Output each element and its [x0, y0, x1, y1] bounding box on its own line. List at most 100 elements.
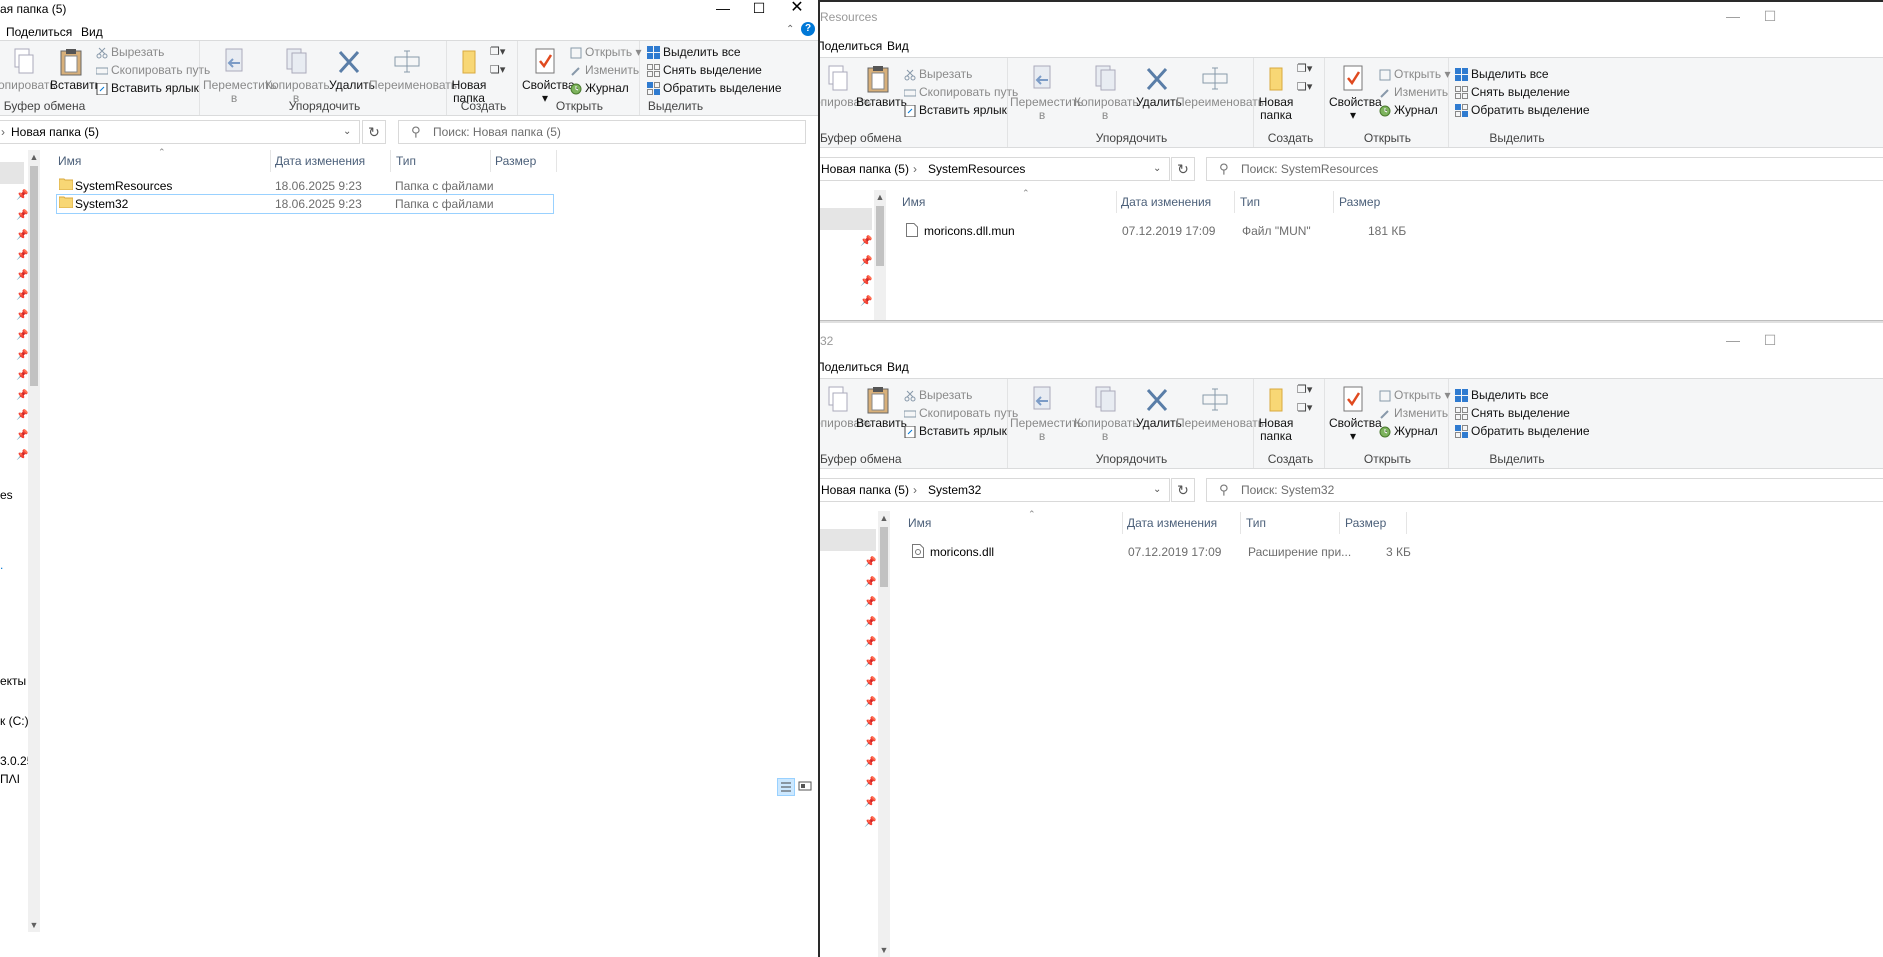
history-button[interactable]: Журнал: [1379, 422, 1438, 440]
tab-share[interactable]: Поделиться: [820, 360, 882, 374]
address-bar[interactable]: Новая папка (5) › SystemResources ⌄: [820, 157, 1170, 181]
nav-selected-item[interactable]: [820, 529, 876, 551]
nav-scrollbar[interactable]: ▲ ▼: [28, 150, 40, 932]
close-button[interactable]: ✕: [774, 0, 818, 20]
select-all-button[interactable]: Выделить все: [1455, 65, 1549, 83]
move-to-button[interactable]: Переместить в: [1010, 385, 1084, 443]
invert-selection-button[interactable]: Обратить выделение: [647, 79, 782, 97]
breadcrumb-current[interactable]: System32: [928, 483, 981, 497]
nav-selected-item[interactable]: [820, 208, 872, 230]
breadcrumb-root[interactable]: Новая папка (5): [821, 162, 909, 176]
rename-button[interactable]: Переименовать: [1176, 64, 1264, 109]
nav-item[interactable]: es: [0, 488, 13, 502]
copy-button[interactable]: опировать: [820, 385, 872, 430]
address-dropdown-icon[interactable]: ⌄: [1153, 484, 1161, 495]
paste-shortcut-button[interactable]: Вставить ярлык: [904, 422, 1007, 440]
collapse-ribbon-icon[interactable]: ⌃: [786, 24, 794, 35]
breadcrumb-current[interactable]: SystemResources: [928, 162, 1025, 176]
nav-scrollbar[interactable]: ▲ ▼: [878, 511, 890, 957]
maximize-button[interactable]: ☐: [1747, 332, 1793, 352]
copy-to-button[interactable]: Копировать в: [265, 47, 330, 105]
search-input[interactable]: ⚲ Поиск: System32: [1206, 478, 1883, 502]
help-icon[interactable]: ?: [801, 22, 815, 36]
copy-path-button[interactable]: Скопировать путь: [903, 404, 1018, 422]
open-button[interactable]: Открыть ▾: [570, 43, 642, 61]
column-date[interactable]: Дата изменения: [1121, 195, 1211, 209]
address-bar[interactable]: Новая папка (5) › System32 ⌄: [820, 478, 1170, 502]
copy-to-button[interactable]: Копировать в: [1074, 385, 1139, 443]
copy-path-button[interactable]: Скопировать путь: [95, 61, 210, 79]
easy-access-icon[interactable]: ❏▾: [1297, 401, 1312, 414]
paste-button[interactable]: Вставить: [856, 64, 907, 109]
nav-scrollbar[interactable]: ▲: [874, 190, 886, 320]
scroll-up-icon[interactable]: ▲: [874, 190, 886, 204]
tab-view[interactable]: Вид: [887, 360, 909, 374]
address-dropdown-icon[interactable]: ⌄: [1153, 163, 1161, 174]
nav-item[interactable]: к (C:): [0, 714, 29, 728]
nav-item[interactable]: екты: [0, 674, 26, 688]
easy-access-icon[interactable]: ❏▾: [490, 63, 505, 76]
new-folder-button[interactable]: Новая папка: [450, 47, 488, 105]
properties-button[interactable]: Свойства ▾: [522, 47, 575, 105]
scroll-thumb[interactable]: [876, 206, 884, 266]
column-name[interactable]: Имя: [902, 195, 925, 209]
large-icons-view-button[interactable]: [798, 779, 814, 795]
refresh-button[interactable]: ↻: [362, 120, 386, 144]
cut-button[interactable]: Вырезать: [904, 386, 972, 404]
invert-selection-button[interactable]: Обратить выделение: [1455, 422, 1590, 440]
scroll-up-icon[interactable]: ▲: [878, 511, 890, 525]
copy-button[interactable]: опировать: [820, 64, 872, 109]
delete-button[interactable]: Удалить: [329, 47, 375, 92]
column-date[interactable]: Дата изменения: [275, 154, 365, 168]
scroll-thumb[interactable]: [880, 527, 888, 587]
column-type[interactable]: Тип: [396, 154, 416, 168]
properties-button[interactable]: Свойства ▾: [1329, 385, 1382, 443]
scroll-down-icon[interactable]: ▼: [878, 943, 890, 957]
open-button[interactable]: Открыть ▾: [1379, 386, 1451, 404]
refresh-button[interactable]: ↻: [1171, 478, 1195, 502]
tab-share[interactable]: Поделиться: [820, 39, 882, 53]
nav-item-link[interactable]: .: [0, 558, 3, 572]
column-type[interactable]: Тип: [1246, 516, 1266, 530]
scroll-up-icon[interactable]: ▲: [28, 150, 40, 164]
scroll-down-icon[interactable]: ▼: [28, 918, 40, 932]
paste-shortcut-button[interactable]: Вставить ярлык: [904, 101, 1007, 119]
scroll-thumb[interactable]: [30, 166, 38, 386]
column-size[interactable]: Размер: [495, 154, 536, 168]
column-type[interactable]: Тип: [1240, 195, 1260, 209]
new-item-icon[interactable]: ❐▾: [1297, 383, 1312, 396]
paste-button[interactable]: Вставить: [856, 385, 907, 430]
address-dropdown-icon[interactable]: ⌄: [343, 126, 351, 137]
paste-button[interactable]: Вставить: [50, 47, 101, 92]
new-item-icon[interactable]: ❐▾: [1297, 62, 1312, 75]
new-folder-button[interactable]: Новая папка: [1257, 64, 1295, 122]
new-folder-button[interactable]: Новая папка: [1257, 385, 1295, 443]
file-row[interactable]: SystemResources 18.06.2025 9:23 Папка с …: [56, 176, 554, 196]
file-row[interactable]: moricons.dll 07.12.2019 17:09 Расширение…: [908, 542, 1428, 562]
open-button[interactable]: Открыть ▾: [1379, 65, 1451, 83]
edit-button[interactable]: Изменить: [1379, 404, 1448, 422]
paste-shortcut-button[interactable]: Вставить ярлык: [96, 79, 199, 97]
file-row[interactable]: moricons.dll.mun 07.12.2019 17:09 Файл "…: [902, 221, 1422, 241]
easy-access-icon[interactable]: ❏▾: [1297, 80, 1312, 93]
select-none-button[interactable]: Снять выделение: [647, 61, 762, 79]
rename-button[interactable]: Переименовать: [1176, 385, 1264, 430]
copy-path-button[interactable]: Скопировать путь: [903, 83, 1018, 101]
select-all-button[interactable]: Выделить все: [647, 43, 741, 61]
new-item-icon[interactable]: ❐▾: [490, 45, 505, 58]
edit-button[interactable]: Изменить: [1379, 83, 1448, 101]
select-none-button[interactable]: Снять выделение: [1455, 83, 1570, 101]
history-button[interactable]: Журнал: [1379, 101, 1438, 119]
invert-selection-button[interactable]: Обратить выделение: [1455, 101, 1590, 119]
delete-button[interactable]: Удалить: [1136, 385, 1182, 430]
cut-button[interactable]: Вырезать: [904, 65, 972, 83]
search-input[interactable]: ⚲ Поиск: Новая папка (5): [398, 120, 806, 144]
nav-item[interactable]: ΠΛΙ: [0, 772, 20, 786]
cut-button[interactable]: Вырезать: [96, 43, 164, 61]
nav-selected-item[interactable]: [0, 162, 24, 184]
tab-view[interactable]: Вид: [81, 25, 103, 39]
delete-button[interactable]: Удалить: [1136, 64, 1182, 109]
breadcrumb-current[interactable]: Новая папка (5): [11, 125, 99, 139]
history-button[interactable]: Журнал: [570, 79, 629, 97]
maximize-button[interactable]: ☐: [1747, 8, 1793, 28]
